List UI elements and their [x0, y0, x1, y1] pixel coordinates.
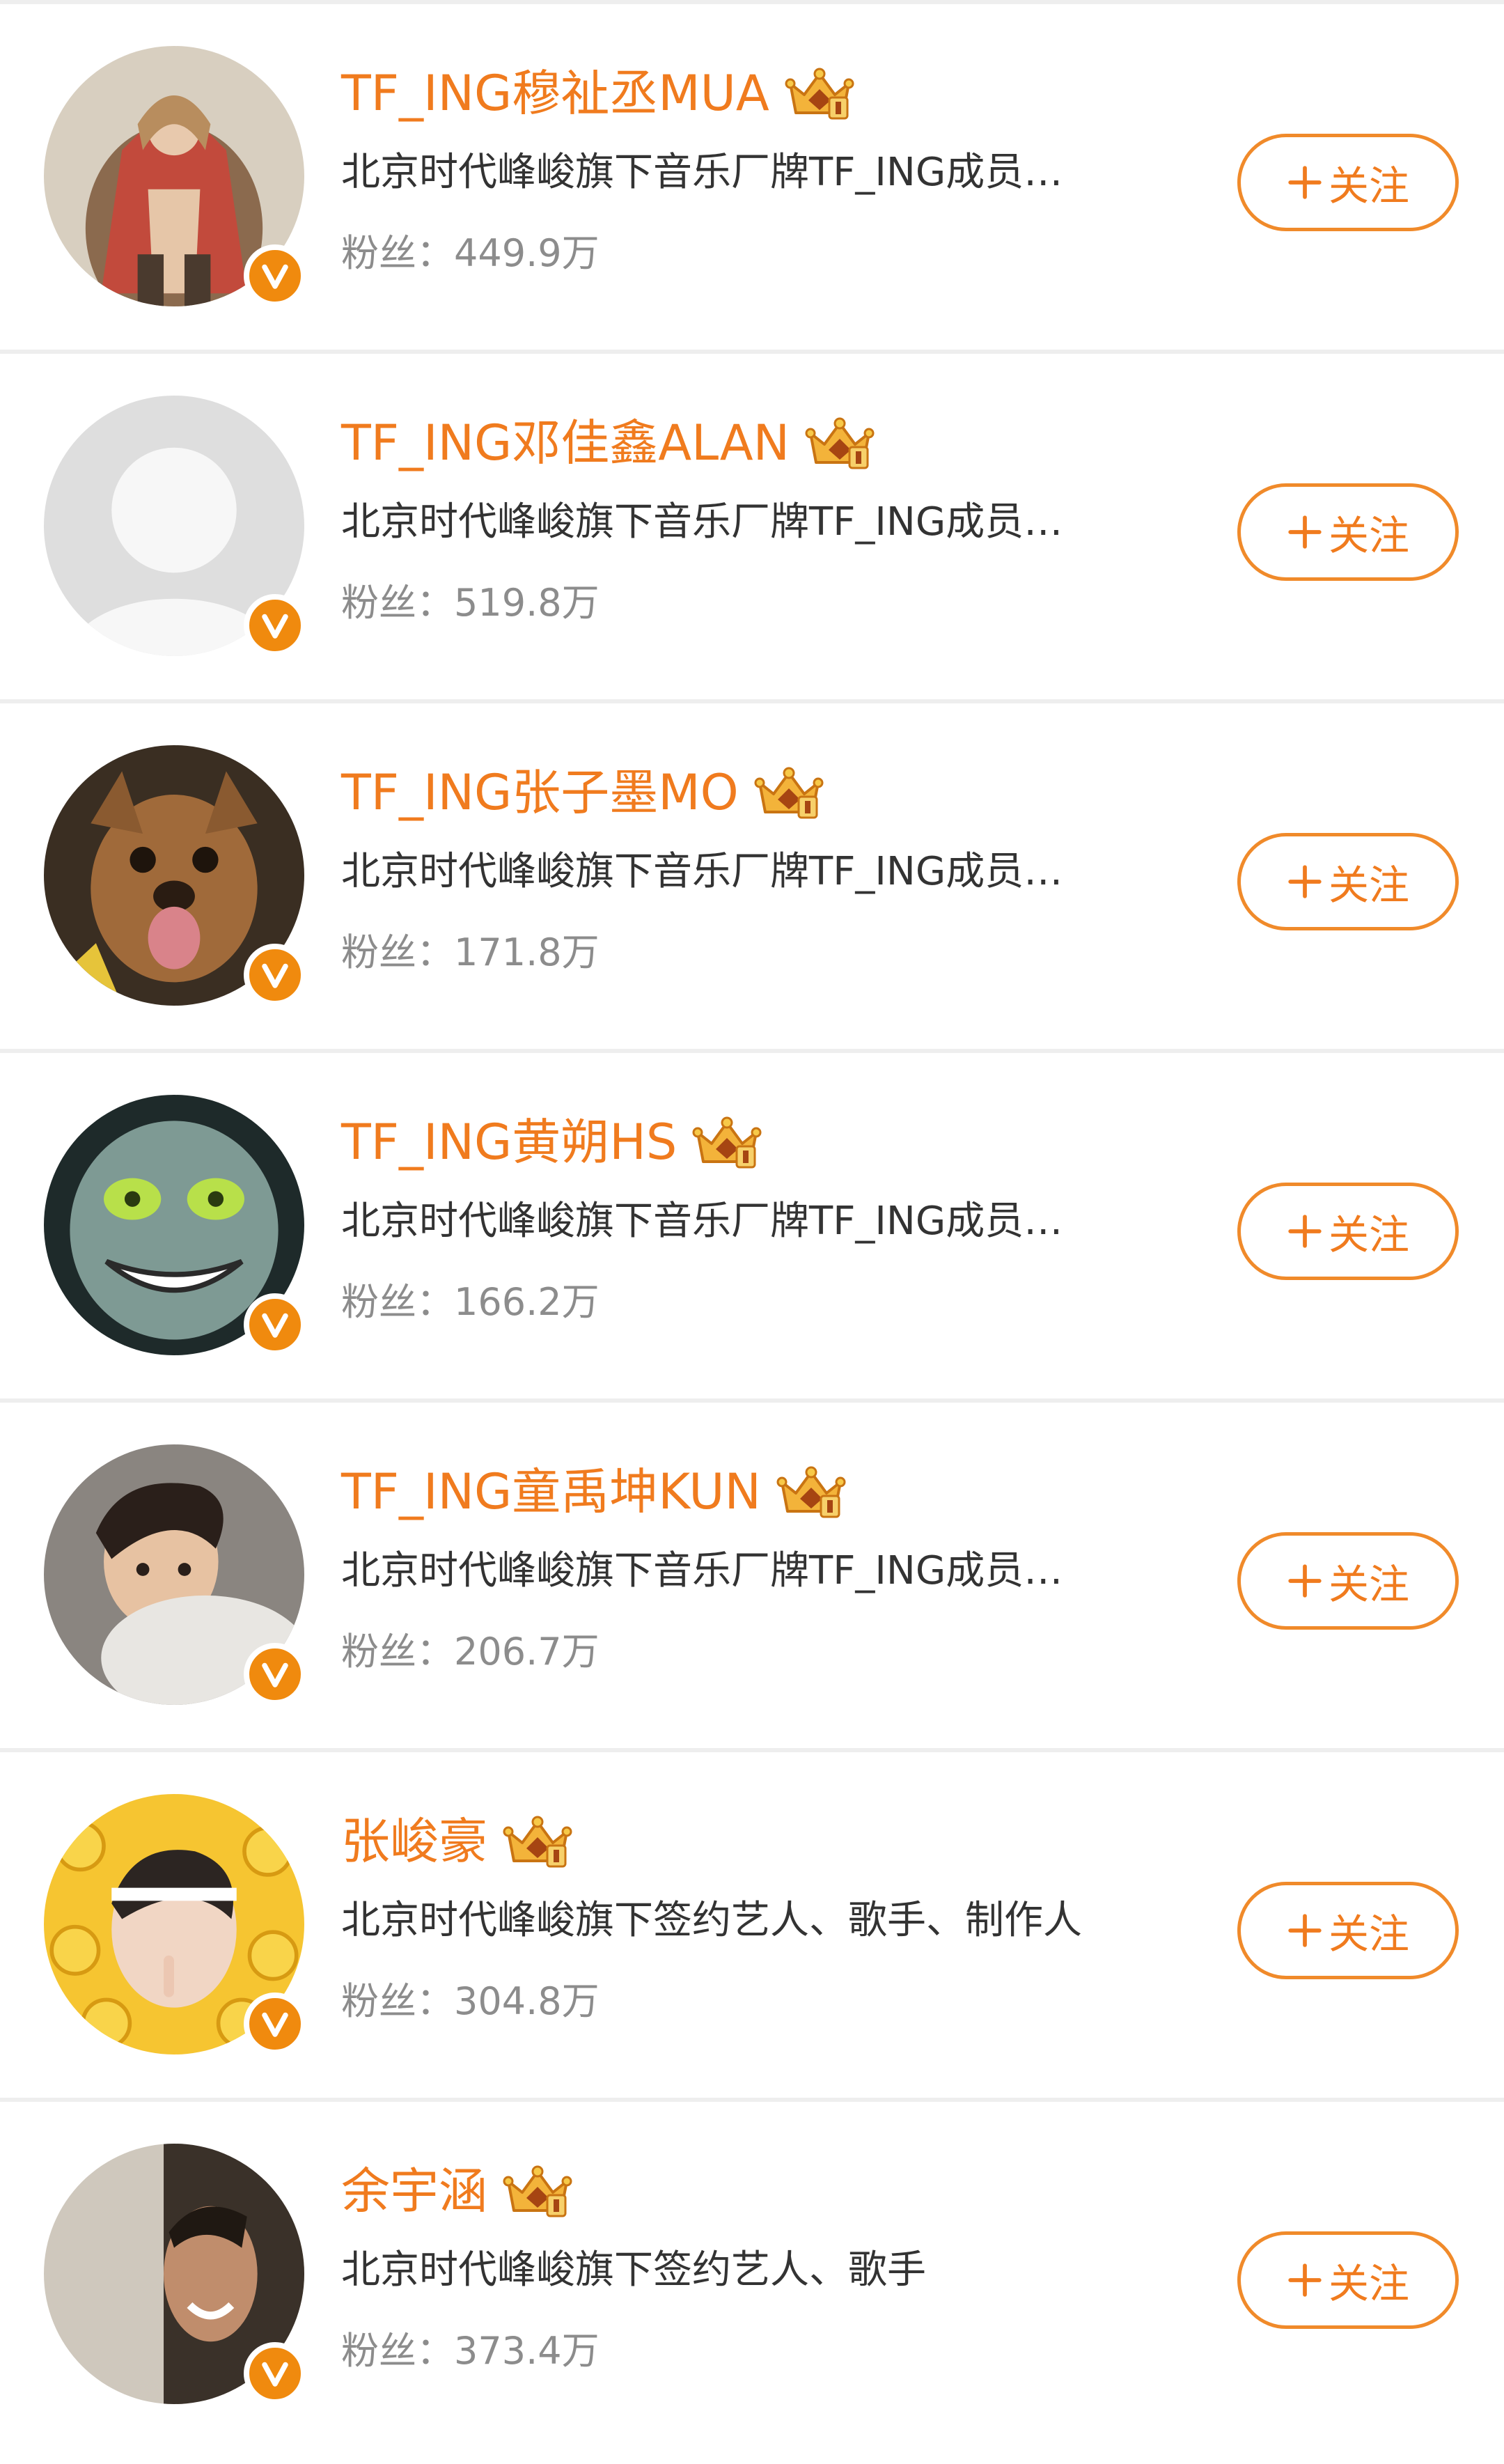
plus-icon: [1288, 1914, 1322, 1947]
crown-icon[interactable]: [805, 414, 875, 472]
fan-count: 粉丝：206.7万: [341, 1630, 600, 1674]
user-name[interactable]: TF_ING黄朔HS: [341, 1107, 677, 1177]
plus-icon: [1288, 166, 1322, 199]
follow-button[interactable]: 关注: [1237, 483, 1459, 581]
user-name[interactable]: 张峻豪: [341, 1807, 487, 1876]
name-line: TF_ING穆祉丞MUA: [341, 59, 854, 128]
user-row[interactable]: TF_ING邓佳鑫ALAN 北京时代峰峻旗下音乐厂牌TF_ING成员… 粉丝：5…: [0, 354, 1504, 703]
user-row[interactable]: 余宇涵 北京时代峰峻旗下签约艺人、歌手 粉丝：373.4万 关注: [0, 2102, 1504, 2464]
name-line: 余宇涵: [341, 2156, 572, 2226]
user-description: 北京时代峰峻旗下音乐厂牌TF_ING成员…: [341, 150, 1063, 195]
plus-icon: [1288, 515, 1322, 549]
user-row[interactable]: TF_ING黄朔HS 北京时代峰峻旗下音乐厂牌TF_ING成员… 粉丝：166.…: [0, 1053, 1504, 1403]
user-list: TF_ING穆祉丞MUA 北京时代峰峻旗下音乐厂牌TF_ING成员… 粉丝：44…: [0, 0, 1504, 2447]
follow-label: 关注: [1328, 1211, 1409, 1258]
verified-badge-icon: [244, 1993, 306, 2055]
user-description: 北京时代峰峻旗下音乐厂牌TF_ING成员…: [341, 1199, 1063, 1244]
follow-label: 关注: [1328, 512, 1409, 559]
fan-count: 粉丝：519.8万: [341, 581, 600, 625]
crown-icon[interactable]: [503, 1812, 572, 1871]
fan-count: 粉丝：373.4万: [341, 2329, 600, 2373]
name-line: 张峻豪: [341, 1807, 572, 1876]
user-row[interactable]: TF_ING童禹坤KUN 北京时代峰峻旗下音乐厂牌TF_ING成员… 粉丝：20…: [0, 1403, 1504, 1752]
crown-icon[interactable]: [754, 763, 824, 822]
user-name[interactable]: 余宇涵: [341, 2156, 487, 2226]
verified-badge-icon: [244, 1293, 306, 1356]
follow-label: 关注: [1328, 1910, 1409, 1958]
plus-icon: [1288, 1215, 1322, 1248]
plus-icon: [1288, 865, 1322, 898]
user-row[interactable]: 张峻豪 北京时代峰峻旗下签约艺人、歌手、制作人 粉丝：304.8万 关注: [0, 1752, 1504, 2102]
fan-count: 粉丝：166.2万: [341, 1280, 600, 1324]
verified-badge-icon: [244, 594, 306, 657]
crown-icon[interactable]: [785, 64, 854, 123]
follow-label: 关注: [1328, 1561, 1409, 1608]
user-description: 北京时代峰峻旗下签约艺人、歌手: [341, 2247, 926, 2293]
crown-icon[interactable]: [503, 2162, 572, 2220]
crown-icon[interactable]: [776, 1463, 846, 1521]
fan-count: 粉丝：171.8万: [341, 930, 600, 974]
user-name[interactable]: TF_ING张子墨MO: [341, 758, 739, 827]
follow-button[interactable]: 关注: [1237, 1882, 1459, 1979]
follow-button[interactable]: 关注: [1237, 1532, 1459, 1630]
fan-count: 粉丝：304.8万: [341, 1979, 600, 2023]
user-description: 北京时代峰峻旗下音乐厂牌TF_ING成员…: [341, 499, 1063, 545]
user-name[interactable]: TF_ING穆祉丞MUA: [341, 59, 769, 128]
verified-badge-icon: [244, 2342, 306, 2405]
name-line: TF_ING黄朔HS: [341, 1107, 762, 1177]
follow-label: 关注: [1328, 861, 1409, 909]
user-name[interactable]: TF_ING童禹坤KUN: [341, 1457, 761, 1527]
crown-icon[interactable]: [692, 1113, 762, 1171]
user-row[interactable]: TF_ING穆祉丞MUA 北京时代峰峻旗下音乐厂牌TF_ING成员… 粉丝：44…: [0, 4, 1504, 354]
user-description: 北京时代峰峻旗下签约艺人、歌手、制作人: [341, 1898, 1082, 1943]
user-row[interactable]: TF_ING张子墨MO 北京时代峰峻旗下音乐厂牌TF_ING成员… 粉丝：171…: [0, 703, 1504, 1053]
follow-label: 关注: [1328, 2260, 1409, 2307]
user-name[interactable]: TF_ING邓佳鑫ALAN: [341, 408, 790, 478]
plus-icon: [1288, 1564, 1322, 1598]
verified-badge-icon: [244, 944, 306, 1006]
follow-button[interactable]: 关注: [1237, 2231, 1459, 2329]
user-description: 北京时代峰峻旗下音乐厂牌TF_ING成员…: [341, 849, 1063, 894]
follow-button[interactable]: 关注: [1237, 134, 1459, 231]
fan-count: 粉丝：449.9万: [341, 231, 600, 275]
name-line: TF_ING张子墨MO: [341, 758, 824, 827]
name-line: TF_ING童禹坤KUN: [341, 1457, 846, 1527]
name-line: TF_ING邓佳鑫ALAN: [341, 408, 875, 478]
user-description: 北京时代峰峻旗下音乐厂牌TF_ING成员…: [341, 1548, 1063, 1593]
follow-button[interactable]: 关注: [1237, 1183, 1459, 1280]
follow-button[interactable]: 关注: [1237, 833, 1459, 930]
follow-label: 关注: [1328, 162, 1409, 210]
verified-badge-icon: [244, 1643, 306, 1706]
verified-badge-icon: [244, 244, 306, 307]
plus-icon: [1288, 2263, 1322, 2297]
